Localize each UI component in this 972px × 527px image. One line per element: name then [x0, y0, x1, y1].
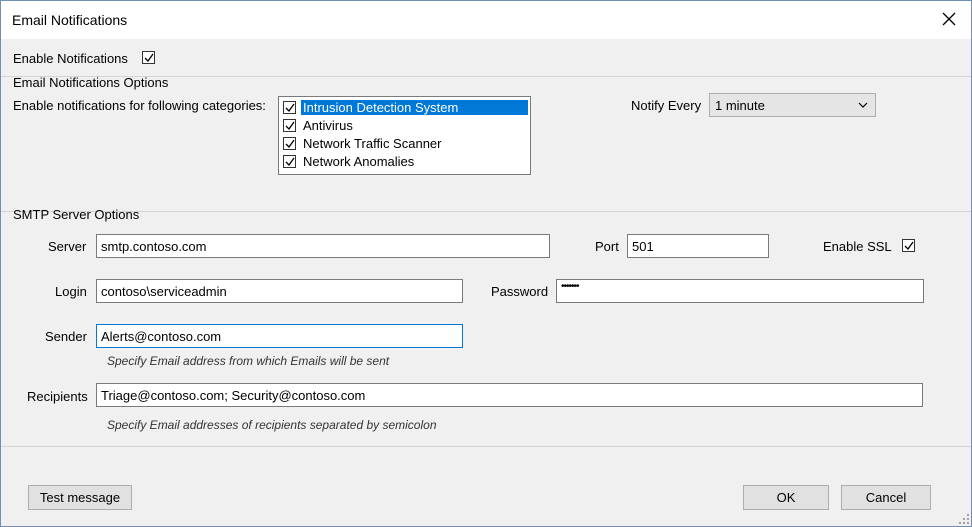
category-label: Antivirus	[303, 118, 353, 133]
chevron-down-icon	[858, 102, 868, 108]
category-checkbox[interactable]	[283, 119, 296, 132]
recipients-label: Recipients	[27, 389, 88, 404]
window-title: Email Notifications	[12, 12, 128, 28]
enable-ssl-checkbox[interactable]	[902, 239, 915, 252]
category-checkbox[interactable]	[283, 137, 296, 150]
category-item-antivirus[interactable]: Antivirus	[281, 117, 530, 134]
notify-every-dropdown[interactable]: 1 minute	[709, 93, 876, 117]
sender-input[interactable]: Alerts@contoso.com	[96, 324, 463, 348]
server-label: Server	[48, 239, 87, 254]
category-item-intrusion-detection[interactable]: Intrusion Detection System	[281, 99, 530, 116]
recipients-hint: Specify Email addresses of recipients se…	[107, 418, 437, 432]
server-input[interactable]: smtp.contoso.com	[96, 234, 550, 258]
resize-grip-icon[interactable]	[959, 514, 969, 524]
notify-every-value: 1 minute	[715, 98, 765, 113]
cancel-button[interactable]: Cancel	[841, 485, 931, 510]
password-label: Password	[491, 284, 549, 299]
test-message-button[interactable]: Test message	[28, 485, 132, 510]
category-checkbox[interactable]	[283, 101, 296, 114]
sender-hint: Specify Email address from which Emails …	[107, 354, 390, 368]
categories-label: Enable notifications for following categ…	[13, 98, 266, 113]
recipients-value: Triage@contoso.com; Security@contoso.com	[101, 388, 366, 403]
enable-notifications-checkbox[interactable]	[142, 51, 155, 64]
checkmark-icon	[904, 241, 914, 251]
login-input[interactable]: contoso\serviceadmin	[96, 279, 463, 303]
title-bar: Email Notifications	[1, 1, 971, 39]
checkmark-icon	[285, 103, 295, 113]
port-label: Port	[595, 239, 619, 254]
login-value: contoso\serviceadmin	[101, 284, 227, 299]
server-value: smtp.contoso.com	[101, 239, 207, 254]
category-label: Intrusion Detection System	[301, 100, 528, 115]
notify-every-label: Notify Every	[631, 98, 702, 113]
port-input[interactable]: 501	[627, 234, 769, 258]
checkmark-icon	[285, 139, 295, 149]
password-input[interactable]: •••••••	[556, 279, 924, 303]
ok-button[interactable]: OK	[743, 485, 829, 510]
login-label: Login	[55, 284, 87, 299]
smtp-group-label: SMTP Server Options	[13, 207, 140, 222]
password-value: •••••••	[561, 281, 579, 292]
email-options-group-label: Email Notifications Options	[13, 75, 169, 90]
recipients-input[interactable]: Triage@contoso.com; Security@contoso.com	[96, 383, 923, 407]
email-notifications-dialog: Email Notifications Enable Notifications…	[0, 0, 972, 527]
category-item-network-anomalies[interactable]: Network Anomalies	[281, 153, 530, 170]
checkmark-icon	[144, 53, 154, 63]
divider	[1, 446, 971, 447]
enable-ssl-label: Enable SSL	[823, 239, 892, 254]
category-item-network-traffic-scanner[interactable]: Network Traffic Scanner	[281, 135, 530, 152]
category-label: Network Traffic Scanner	[303, 136, 442, 151]
enable-notifications-label: Enable Notifications	[13, 51, 128, 66]
sender-value: Alerts@contoso.com	[101, 329, 222, 344]
category-label: Network Anomalies	[303, 154, 415, 169]
divider	[1, 211, 971, 212]
port-value: 501	[632, 239, 654, 254]
close-icon[interactable]	[935, 6, 963, 34]
categories-listbox[interactable]: Intrusion Detection System Antivirus Net…	[278, 96, 531, 175]
checkmark-icon	[285, 121, 295, 131]
checkmark-icon	[285, 157, 295, 167]
category-checkbox[interactable]	[283, 155, 296, 168]
sender-label: Sender	[45, 329, 87, 344]
